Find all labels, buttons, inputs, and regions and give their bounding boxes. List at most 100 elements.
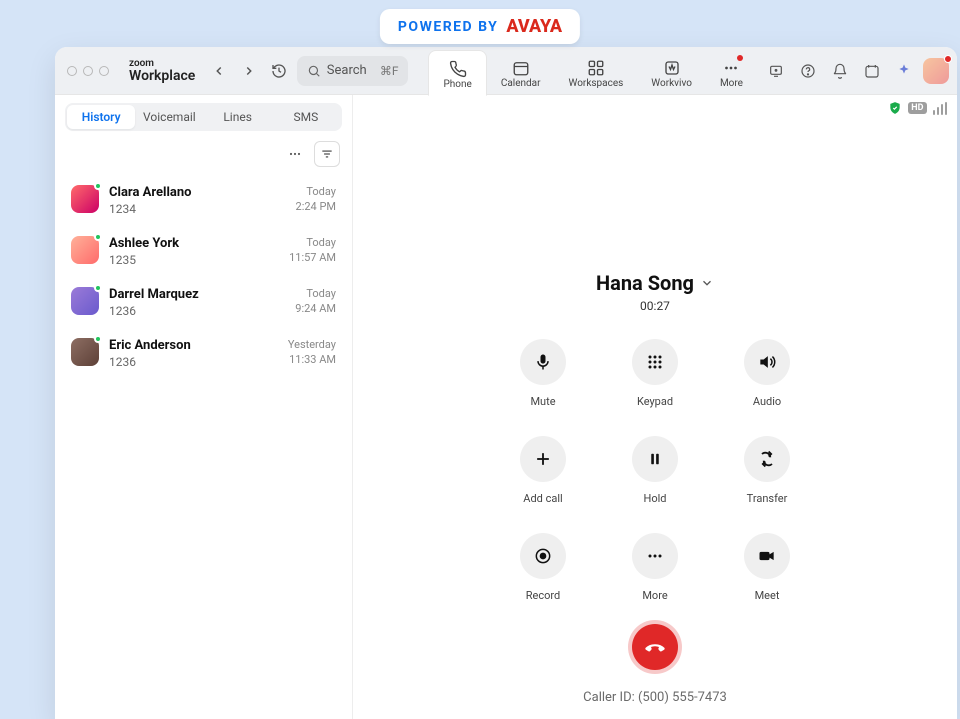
list-tools <box>67 141 340 167</box>
ai-companion-button[interactable] <box>891 58 917 84</box>
contact-name: Darrel Marquez <box>109 287 285 302</box>
workvivo-icon <box>663 59 681 77</box>
tab-phone[interactable]: Phone <box>428 50 486 96</box>
search-input[interactable]: Search ⌘F <box>297 56 409 86</box>
record-control: Record <box>508 533 578 602</box>
call-history-item[interactable]: Darrel Marquez 1236 Today 9:24 AM <box>65 277 342 328</box>
call-status-bar: HD <box>888 101 947 115</box>
workspaces-icon <box>587 59 605 77</box>
hangup-icon <box>644 636 666 658</box>
call-day: Today <box>295 287 336 300</box>
search-placeholder: Search <box>327 63 380 78</box>
contact-avatar <box>71 185 99 213</box>
nav-forward-button[interactable] <box>237 58 261 84</box>
help-button[interactable] <box>795 58 821 84</box>
mute-label: Mute <box>530 395 555 408</box>
call-time: 9:24 AM <box>295 302 336 315</box>
brand-edition: Workplace <box>129 69 195 83</box>
meet-button[interactable] <box>744 533 790 579</box>
contact-avatar <box>71 338 99 366</box>
more-label: More <box>642 589 667 602</box>
ellipsis-icon <box>645 546 665 566</box>
main-tabs: Phone Calendar Workspaces Workvivo More <box>428 47 757 95</box>
call-controls: Hana Song 00:27 Mute Ke <box>445 271 865 705</box>
record-icon <box>533 546 553 566</box>
call-time: 11:33 AM <box>288 353 336 366</box>
active-call-panel: HD Hana Song 00:27 Mute <box>353 95 957 719</box>
keypad-button[interactable] <box>632 339 678 385</box>
presence-dot <box>944 55 952 63</box>
subtab-voicemail[interactable]: Voicemail <box>135 105 203 129</box>
transfer-button[interactable] <box>744 436 790 482</box>
hold-button[interactable] <box>632 436 678 482</box>
search-shortcut: ⌘F <box>380 64 399 78</box>
add-call-button[interactable] <box>520 436 566 482</box>
window-controls[interactable] <box>67 66 109 76</box>
filter-button[interactable] <box>314 141 340 167</box>
contact-avatar <box>71 236 99 264</box>
phone-icon <box>449 60 467 78</box>
profile-avatar[interactable] <box>923 58 949 84</box>
subtab-sms[interactable]: SMS <box>272 105 340 129</box>
call-history-item[interactable]: Eric Anderson 1236 Yesterday 11:33 AM <box>65 328 342 379</box>
brand-product: zoom <box>129 59 195 69</box>
contact-number: 1236 <box>109 304 285 318</box>
call-history-list: Clara Arellano 1234 Today 2:24 PM Ashlee… <box>65 175 342 379</box>
contact-name: Clara Arellano <box>109 185 286 200</box>
record-label: Record <box>526 589 560 602</box>
contact-name: Eric Anderson <box>109 338 278 353</box>
call-day: Yesterday <box>288 338 336 351</box>
callee-name: Hana Song <box>596 271 694 295</box>
powered-by-banner: POWERED BY AVAYA <box>380 9 580 44</box>
speaker-icon <box>757 352 777 372</box>
audio-button[interactable] <box>744 339 790 385</box>
meet-control: Meet <box>732 533 802 602</box>
chevron-down-icon <box>700 276 714 290</box>
hd-badge: HD <box>908 102 926 114</box>
record-button[interactable] <box>520 533 566 579</box>
microphone-icon <box>533 352 553 372</box>
brand: zoom Workplace <box>129 59 195 83</box>
calendar-icon <box>512 59 530 77</box>
more-button[interactable] <box>632 533 678 579</box>
nav-back-button[interactable] <box>207 58 231 84</box>
tab-calendar[interactable]: Calendar <box>487 49 555 95</box>
audio-control: Audio <box>732 339 802 408</box>
tab-calendar-label: Calendar <box>501 78 541 89</box>
call-history-item[interactable]: Clara Arellano 1234 Today 2:24 PM <box>65 175 342 226</box>
app-window: zoom Workplace Search ⌘F Phone Calendar <box>55 47 957 719</box>
list-more-button[interactable] <box>282 141 308 167</box>
addcall-control: Add call <box>508 436 578 505</box>
hold-control: Hold <box>620 436 690 505</box>
transfer-label: Transfer <box>747 492 788 505</box>
notifications-button[interactable] <box>827 58 853 84</box>
mute-control: Mute <box>508 339 578 408</box>
tab-workvivo[interactable]: Workvivo <box>637 49 706 95</box>
addcall-label: Add call <box>523 492 562 505</box>
body: History Voicemail Lines SMS Clara Arella… <box>55 95 957 719</box>
subtab-lines[interactable]: Lines <box>204 105 272 129</box>
toolbar: zoom Workplace Search ⌘F Phone Calendar <box>55 47 957 95</box>
tab-phone-label: Phone <box>443 79 471 90</box>
host-button[interactable] <box>763 58 789 84</box>
mute-button[interactable] <box>520 339 566 385</box>
tab-more-label: More <box>720 78 743 89</box>
today-button[interactable] <box>859 58 885 84</box>
tab-workspaces[interactable]: Workspaces <box>555 49 638 95</box>
keypad-control: Keypad <box>620 339 690 408</box>
call-duration: 00:27 <box>640 299 670 313</box>
history-button[interactable] <box>267 58 291 84</box>
call-day: Today <box>289 236 336 249</box>
phone-subtabs: History Voicemail Lines SMS <box>65 103 342 131</box>
end-call-button[interactable] <box>632 624 678 670</box>
callee-selector[interactable]: Hana Song <box>596 271 714 295</box>
contact-name: Ashlee York <box>109 236 279 251</box>
tab-workspaces-label: Workspaces <box>569 78 624 89</box>
transfer-control: Transfer <box>732 436 802 505</box>
call-day: Today <box>296 185 336 198</box>
call-history-item[interactable]: Ashlee York 1235 Today 11:57 AM <box>65 226 342 277</box>
transfer-icon <box>757 449 777 469</box>
subtab-history[interactable]: History <box>67 105 135 129</box>
toolbar-right <box>763 58 949 84</box>
tab-more[interactable]: More <box>706 49 757 95</box>
